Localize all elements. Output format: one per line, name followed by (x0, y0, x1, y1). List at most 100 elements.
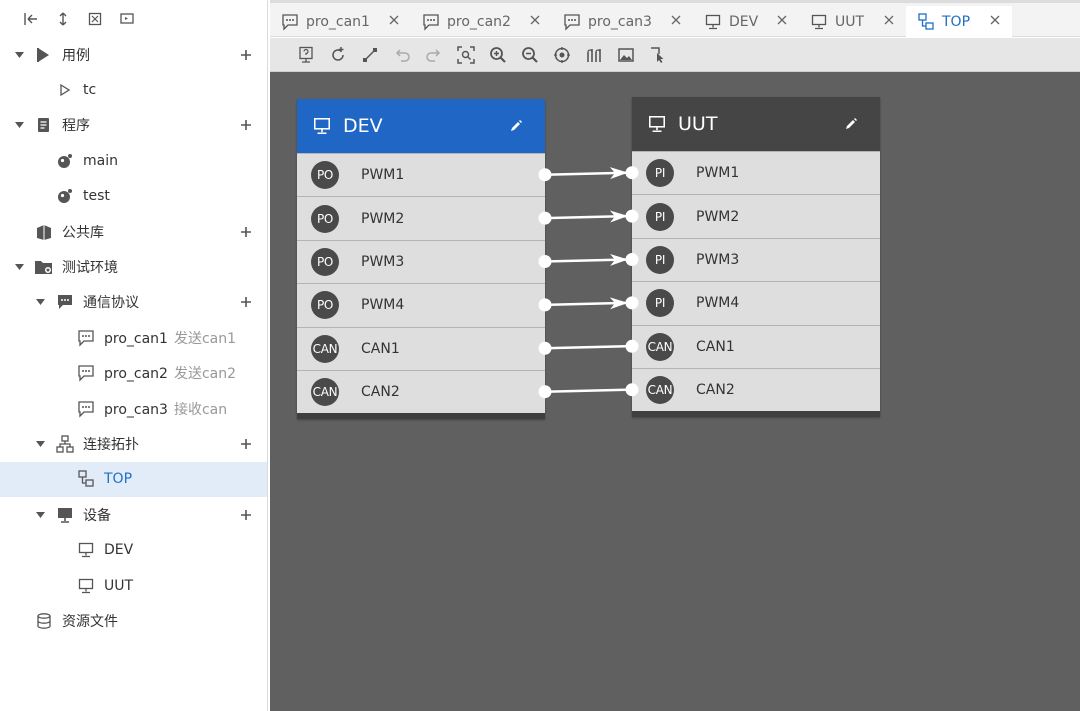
node-dev[interactable]: DEV PO PWM1 PO PWM2 PO PWM3 PO PWM4 CAN CAN1 CAN CAN… (297, 99, 545, 420)
tree-item-description: 发送can1 (173, 330, 237, 347)
device-icon (55, 505, 75, 525)
port-name: CAN2 (361, 384, 400, 401)
port-row[interactable]: CAN CAN1 (297, 326, 545, 370)
pointer-icon[interactable] (642, 42, 674, 68)
tree-item[interactable]: 通信协议 (0, 285, 267, 320)
chevron-down-icon[interactable] (35, 297, 45, 307)
tree-item-label: pro_can1 发送can1 (104, 328, 236, 348)
tab-pro_can3[interactable]: pro_can3 (552, 6, 693, 38)
tree-item[interactable]: 设备 (0, 497, 267, 532)
edit-icon[interactable] (507, 117, 525, 135)
port-row[interactable]: PI PWM1 (632, 151, 880, 194)
tree-item[interactable]: 用例 (0, 37, 267, 72)
tree-item-label: UUT (104, 578, 133, 594)
connect-line-icon[interactable] (354, 42, 386, 68)
tab-pro_can2[interactable]: pro_can2 (411, 6, 552, 38)
port-row[interactable]: CAN CAN1 (632, 324, 880, 368)
add-icon[interactable] (238, 224, 254, 240)
add-icon[interactable] (238, 507, 254, 523)
port-row[interactable]: PI PWM3 (632, 237, 880, 281)
tab-uut[interactable]: UUT (799, 6, 906, 38)
close-icon[interactable] (882, 13, 896, 27)
connection-link[interactable] (538, 296, 639, 312)
tree-item[interactable]: 测试环境 (0, 249, 267, 284)
chevron-down-icon[interactable] (35, 439, 45, 449)
screen-icon[interactable] (118, 10, 136, 28)
connection-link[interactable] (538, 166, 639, 182)
close-icon[interactable] (528, 13, 542, 27)
tab-pro_can1[interactable]: pro_can1 (270, 6, 411, 38)
port-row[interactable]: PO PWM3 (297, 239, 545, 283)
image-icon[interactable] (610, 42, 642, 68)
close-icon[interactable] (988, 13, 1002, 27)
add-icon[interactable] (238, 117, 254, 133)
rotate-add-icon[interactable] (322, 42, 354, 68)
tab-dev[interactable]: DEV (693, 6, 799, 38)
expand-vertical-icon[interactable] (54, 10, 72, 28)
port-type-badge: CAN (311, 334, 339, 363)
signal-icon[interactable] (578, 42, 610, 68)
topology-canvas[interactable]: DEV PO PWM1 PO PWM2 PO PWM3 PO PWM4 CAN CAN1 CAN CAN… (270, 72, 1080, 711)
tree-item[interactable]: 公共库 (0, 214, 267, 249)
edit-icon[interactable] (842, 115, 860, 133)
chevron-down-icon[interactable] (14, 262, 24, 272)
collapse-left-icon[interactable] (22, 10, 40, 28)
monitor-icon (703, 12, 723, 32)
tree-item-label: pro_can3 接收can (104, 399, 227, 419)
port-row[interactable]: PI PWM2 (632, 194, 880, 237)
tree-item[interactable]: pro_can1 发送can1 (0, 320, 267, 355)
tree-item-text: pro_can2 (104, 366, 168, 383)
tree-item[interactable]: DEV (0, 533, 267, 568)
connection-link[interactable] (538, 253, 639, 268)
add-icon[interactable] (238, 436, 254, 452)
node-title: UUT (678, 113, 718, 135)
tree-item[interactable]: pro_can2 发送can2 (0, 356, 267, 391)
tree-item[interactable]: pro_can3 接收can (0, 391, 267, 426)
chevron-down-icon[interactable] (35, 510, 45, 520)
connection-link[interactable] (538, 383, 639, 399)
node-uut[interactable]: UUT PI PWM1 PI PWM2 PI PWM3 PI PWM4 CAN CAN1 CAN CAN… (632, 97, 880, 418)
port-row[interactable]: PO PWM1 (297, 153, 545, 196)
node-header: DEV (297, 99, 545, 153)
chevron-down-icon[interactable] (14, 120, 24, 130)
topology-outline-icon (76, 469, 96, 489)
tree-item-text: 公共库 (62, 224, 104, 241)
tree-item[interactable]: tc (0, 72, 267, 107)
target-icon[interactable] (546, 42, 578, 68)
close-icon[interactable] (775, 13, 789, 27)
tree-item[interactable]: UUT (0, 568, 267, 603)
redo-icon[interactable] (418, 42, 450, 68)
tree-item[interactable]: 资源文件 (0, 603, 267, 638)
fit-view-icon[interactable] (450, 42, 482, 68)
tree-item-text: 程序 (62, 118, 90, 135)
chevron-down-icon[interactable] (14, 50, 24, 60)
port-row[interactable]: CAN CAN2 (297, 369, 545, 413)
port-type-badge: PO (311, 247, 339, 276)
zoom-out-icon[interactable] (514, 42, 546, 68)
zoom-in-icon[interactable] (482, 42, 514, 68)
port-row[interactable]: PO PWM4 (297, 283, 545, 326)
add-icon[interactable] (238, 294, 254, 310)
tree-item[interactable]: main (0, 143, 267, 178)
port-row[interactable]: PI PWM4 (632, 281, 880, 324)
tree-item[interactable]: test (0, 179, 267, 214)
port-type-badge: PO (311, 161, 339, 190)
tree-item[interactable]: 程序 (0, 108, 267, 143)
add-icon[interactable] (238, 47, 254, 63)
tree-item[interactable]: 连接拓扑 (0, 426, 267, 461)
tab-top[interactable]: TOP (906, 6, 1012, 38)
close-icon[interactable] (669, 13, 683, 27)
connection-link[interactable] (538, 209, 639, 225)
port-row[interactable]: PO PWM2 (297, 196, 545, 239)
connection-link[interactable] (538, 339, 639, 355)
port-name: PWM2 (361, 210, 405, 227)
port-row[interactable]: CAN CAN2 (632, 367, 880, 411)
close-icon[interactable] (387, 13, 401, 27)
port-name: PWM1 (361, 167, 405, 184)
tree-item[interactable]: TOP (0, 461, 267, 497)
undo-icon[interactable] (386, 42, 418, 68)
collapse-all-icon[interactable] (86, 10, 104, 28)
tree-item-label: test (83, 188, 110, 204)
port-type-badge: PI (646, 202, 674, 231)
help-icon[interactable] (290, 42, 322, 68)
